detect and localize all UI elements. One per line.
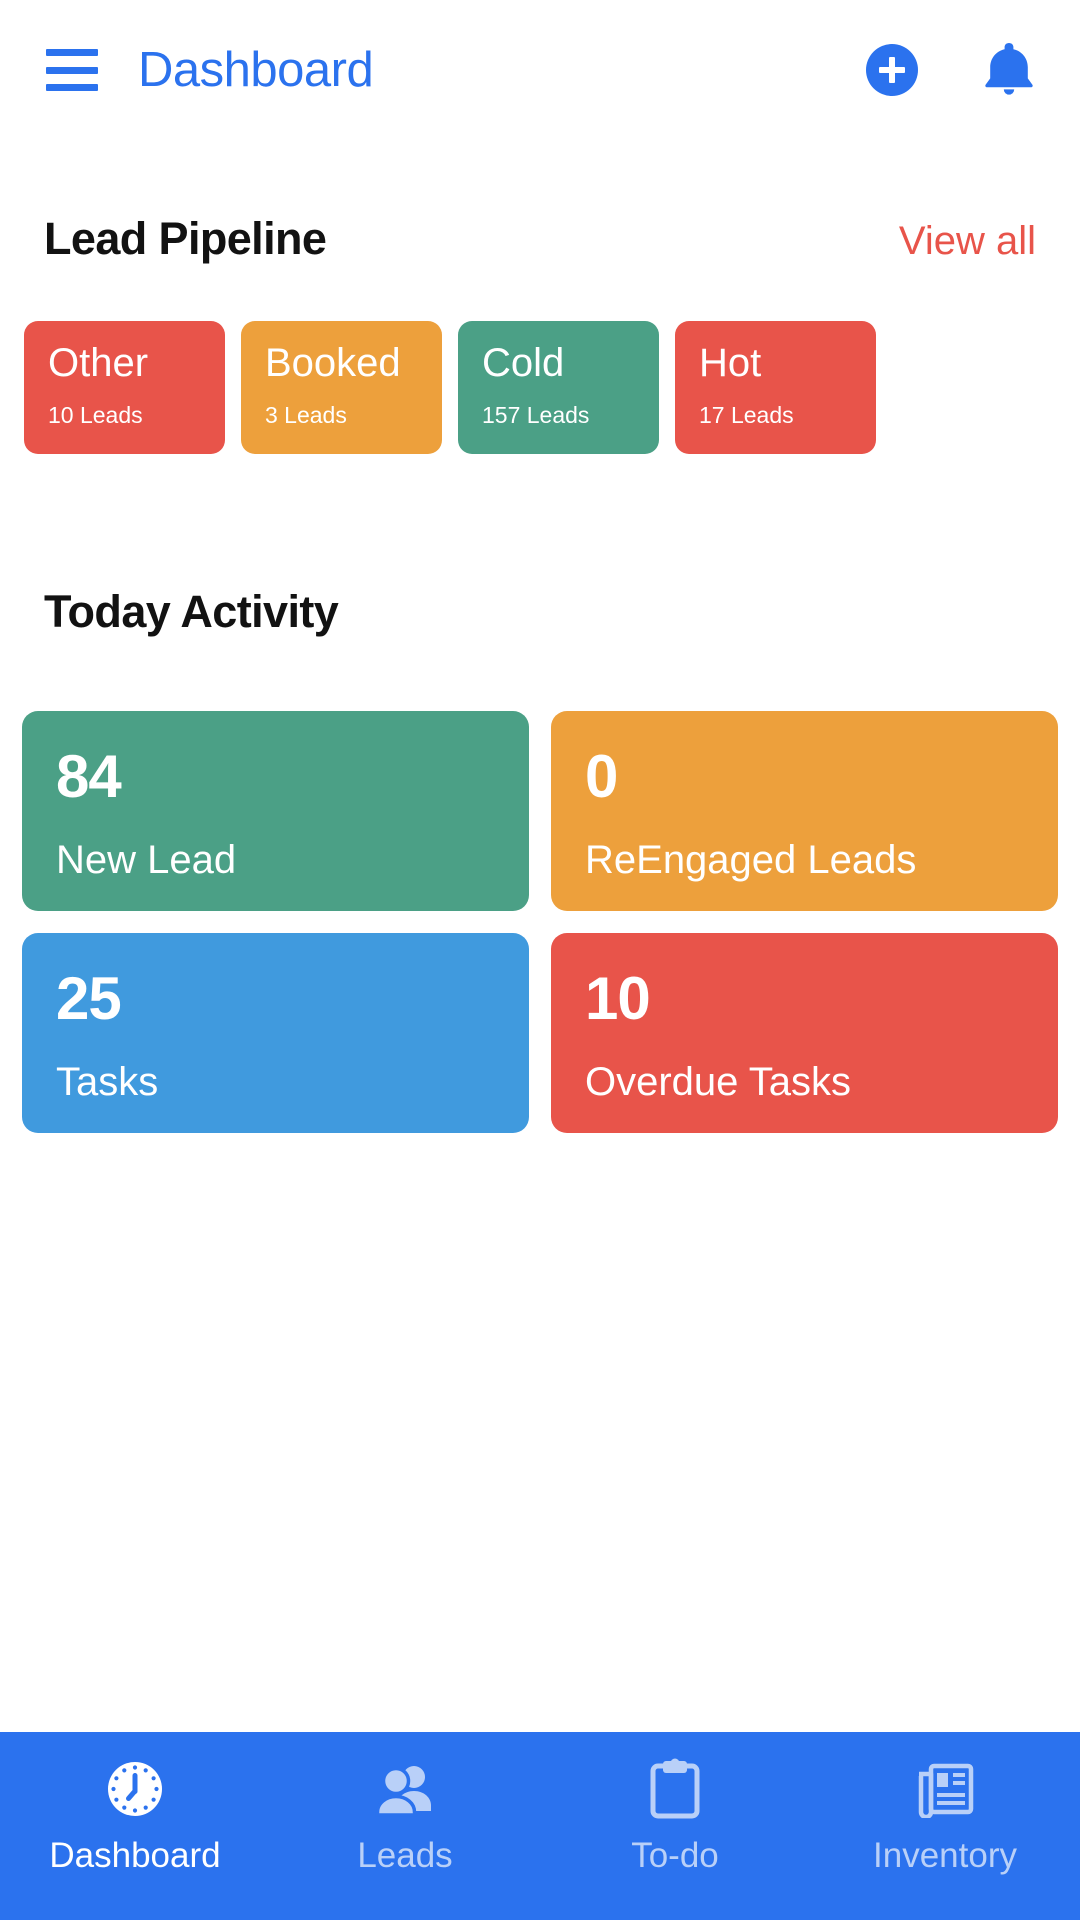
clock-dial-icon — [104, 1758, 166, 1820]
nav-item-leads[interactable]: Leads — [270, 1758, 540, 1873]
activity-card-new-lead[interactable]: 84 New Lead — [22, 711, 529, 911]
hamburger-menu-icon[interactable] — [46, 49, 98, 91]
nav-item-inventory[interactable]: Inventory — [810, 1758, 1080, 1873]
activity-card-value: 0 — [585, 747, 1024, 807]
newspaper-icon — [914, 1758, 976, 1820]
notifications-button[interactable] — [984, 41, 1034, 100]
activity-card-value: 25 — [56, 969, 495, 1029]
lead-pipeline-view-all-link[interactable]: View all — [899, 221, 1036, 261]
lead-pipeline-card-row[interactable]: Other 10 Leads Booked 3 Leads Cold 157 L… — [0, 321, 1080, 454]
activity-card-label: Overdue Tasks — [585, 1062, 1024, 1102]
nav-item-label: Leads — [357, 1838, 452, 1873]
nav-item-dashboard[interactable]: Dashboard — [0, 1758, 270, 1873]
hamburger-bar — [46, 67, 98, 74]
activity-card-label: ReEngaged Leads — [585, 840, 1024, 880]
pipeline-card-count: 17 Leads — [699, 404, 852, 427]
today-activity-header: Today Activity — [0, 589, 1080, 634]
add-plus-circle-icon — [866, 44, 918, 96]
pipeline-card-other[interactable]: Other 10 Leads — [24, 321, 225, 454]
lead-pipeline-section: Lead Pipeline View all Other 10 Leads Bo… — [0, 216, 1080, 454]
nav-item-label: Inventory — [873, 1838, 1017, 1873]
bottom-navigation-bar: Dashboard Leads To-do — [0, 1732, 1080, 1920]
pipeline-card-count: 3 Leads — [265, 404, 418, 427]
people-group-icon — [374, 1758, 436, 1820]
activity-card-label: Tasks — [56, 1062, 495, 1102]
add-button[interactable] — [866, 44, 918, 96]
pipeline-card-cold[interactable]: Cold 157 Leads — [458, 321, 659, 454]
app-bar: Dashboard — [0, 0, 1080, 140]
lead-pipeline-header: Lead Pipeline View all — [0, 216, 1080, 261]
today-activity-title: Today Activity — [44, 589, 338, 634]
pipeline-card-label: Hot — [699, 343, 852, 383]
dashboard-screen: Dashboard Lead Pipeline View all — [0, 0, 1080, 1920]
pipeline-card-label: Booked — [265, 343, 418, 383]
pipeline-card-count: 157 Leads — [482, 404, 635, 427]
pipeline-card-booked[interactable]: Booked 3 Leads — [241, 321, 442, 454]
hamburger-bar — [46, 49, 98, 56]
activity-card-value: 84 — [56, 747, 495, 807]
nav-item-label: Dashboard — [49, 1838, 220, 1873]
hamburger-bar — [46, 84, 98, 91]
lead-pipeline-title: Lead Pipeline — [44, 216, 326, 261]
page-title: Dashboard — [138, 46, 373, 95]
pipeline-card-label: Other — [48, 343, 201, 383]
activity-card-label: New Lead — [56, 840, 495, 880]
activity-card-overdue-tasks[interactable]: 10 Overdue Tasks — [551, 933, 1058, 1133]
today-activity-section: Today Activity 84 New Lead 0 ReEngaged L… — [0, 589, 1080, 1133]
activity-card-value: 10 — [585, 969, 1024, 1029]
activity-card-tasks[interactable]: 25 Tasks — [22, 933, 529, 1133]
pipeline-card-label: Cold — [482, 343, 635, 383]
clipboard-icon — [644, 1758, 706, 1820]
bell-icon — [984, 41, 1034, 100]
nav-item-label: To-do — [631, 1838, 719, 1873]
nav-item-todo[interactable]: To-do — [540, 1758, 810, 1873]
appbar-actions — [866, 41, 1034, 100]
pipeline-card-count: 10 Leads — [48, 404, 201, 427]
activity-card-reengaged-leads[interactable]: 0 ReEngaged Leads — [551, 711, 1058, 911]
today-activity-grid: 84 New Lead 0 ReEngaged Leads 25 Tasks 1… — [0, 711, 1080, 1133]
pipeline-card-hot[interactable]: Hot 17 Leads — [675, 321, 876, 454]
